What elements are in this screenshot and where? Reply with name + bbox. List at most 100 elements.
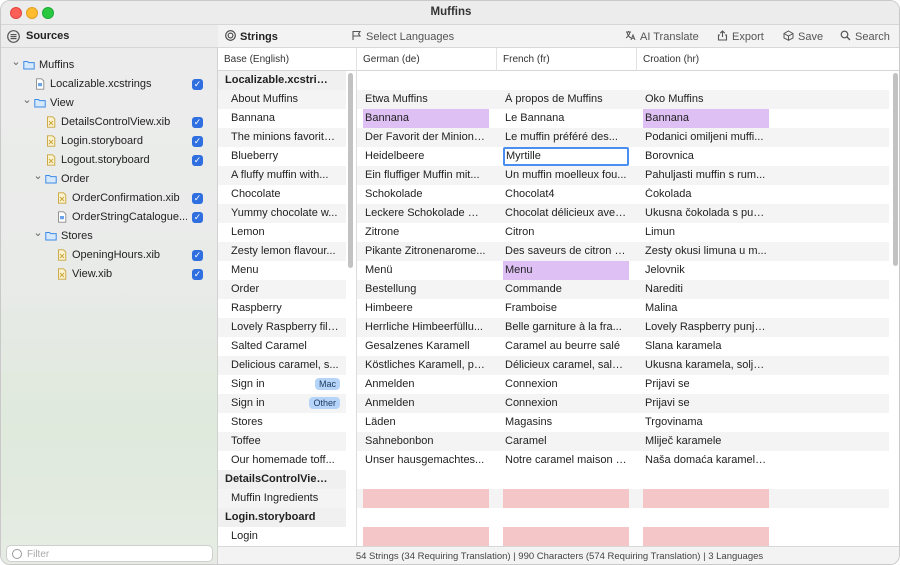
translation-cell-fr[interactable]: Connexion	[503, 394, 629, 413]
translation-cell-hr[interactable]: Naša domaća karamela...	[643, 451, 769, 470]
column-header-croatian[interactable]: Croation (hr)	[637, 48, 899, 71]
base-string-row[interactable]: Toffee	[218, 432, 346, 451]
filter-input[interactable]	[27, 547, 207, 561]
base-string-row[interactable]: Lemon	[218, 223, 346, 242]
translation-cell-fr[interactable]: Un muffin moelleux fou...	[503, 166, 629, 185]
column-header-base[interactable]: Base (English)	[218, 48, 356, 71]
translation-cell-hr[interactable]: Oko Muffins	[643, 90, 769, 109]
translation-cell-hr[interactable]: Trgovinama	[643, 413, 769, 432]
column-header-german[interactable]: German (de)	[357, 48, 497, 71]
translation-cell-hr[interactable]: Ukusna čokolada s pun...	[643, 204, 769, 223]
include-checkbox[interactable]: ✓	[192, 269, 203, 280]
base-string-row[interactable]: Blueberry	[218, 147, 346, 166]
translation-cell-hr[interactable]: Jelovnik	[643, 261, 769, 280]
translation-cell-de[interactable]	[363, 527, 489, 546]
translation-cell-de[interactable]: Herrliche Himbeerfüllu...	[363, 318, 489, 337]
translation-cell-hr[interactable]: Bannana	[643, 109, 769, 128]
translation-cell-de[interactable]: Himbeere	[363, 299, 489, 318]
translation-cell-hr[interactable]: Pahuljasti muffin s rum...	[643, 166, 769, 185]
base-string-row[interactable]: Muffin Ingredients	[218, 489, 346, 508]
translation-cell-de[interactable]: Läden	[363, 413, 489, 432]
tree-item[interactable]: OrderConfirmation.xib ✓	[1, 189, 218, 208]
base-string-row[interactable]: Yummy chocolate w...	[218, 204, 346, 223]
translation-cell-de[interactable]: Unser hausgemachtes...	[363, 451, 489, 470]
translation-cell-de[interactable]: Anmelden	[363, 375, 489, 394]
translation-cell-de[interactable]	[363, 489, 489, 508]
disclosure-chevron-icon[interactable]: ⌄	[11, 57, 21, 68]
translation-cell-fr[interactable]: Commande	[503, 280, 629, 299]
translation-cell-de[interactable]: Leckere Schokolade mi...	[363, 204, 489, 223]
base-string-row[interactable]: About Muffins	[218, 90, 346, 109]
translation-cell-de[interactable]: Bestellung	[363, 280, 489, 299]
tree-item[interactable]: ⌄ View	[1, 94, 218, 113]
translation-cell-de[interactable]: Zitrone	[363, 223, 489, 242]
translation-cell-fr[interactable]: Menu	[503, 261, 629, 280]
translation-cell-de[interactable]: Heidelbeere	[363, 147, 489, 166]
base-string-row[interactable]: Lovely Raspberry fill...	[218, 318, 346, 337]
translation-cell-fr[interactable]	[503, 489, 629, 508]
translation-cell-fr[interactable]	[503, 527, 629, 546]
base-string-row[interactable]: Raspberry	[218, 299, 346, 318]
include-checkbox[interactable]: ✓	[192, 212, 203, 223]
disclosure-chevron-icon[interactable]: ⌄	[33, 171, 43, 182]
include-checkbox[interactable]: ✓	[192, 193, 203, 204]
base-string-row[interactable]: A fluffy muffin with...	[218, 166, 346, 185]
translation-cell-hr[interactable]	[643, 489, 769, 508]
translation-cell-de[interactable]: Anmelden	[363, 394, 489, 413]
translation-cell-fr[interactable]: Délicieux caramel, salé...	[503, 356, 629, 375]
translation-cell-hr[interactable]: Zesty okusi limuna u m...	[643, 242, 769, 261]
translation-cell-hr[interactable]: Prijavi se	[643, 394, 769, 413]
translation-cell-fr[interactable]: Framboise	[503, 299, 629, 318]
translation-cell-de[interactable]: Bannana	[363, 109, 489, 128]
translation-cell-fr[interactable]: Magasins	[503, 413, 629, 432]
strings-tab[interactable]: Strings	[225, 30, 278, 43]
translation-cell-fr[interactable]: Notre caramel maison f...	[503, 451, 629, 470]
translation-cell-hr[interactable]: Lovely Raspberry punje...	[643, 318, 769, 337]
translation-cell-de[interactable]: Schokolade	[363, 185, 489, 204]
include-checkbox[interactable]: ✓	[192, 79, 203, 90]
disclosure-chevron-icon[interactable]: ⌄	[22, 95, 32, 106]
translation-cell-hr[interactable]: Slana karamela	[643, 337, 769, 356]
translation-cell-hr[interactable]: Ukusna karamela, solje...	[643, 356, 769, 375]
translation-cell-fr[interactable]: Connexion	[503, 375, 629, 394]
translation-cell-fr[interactable]: Caramel au beurre salé	[503, 337, 629, 356]
translation-cell-hr[interactable]: Borovnica	[643, 147, 769, 166]
translation-cell-fr[interactable]: Des saveurs de citron p...	[503, 242, 629, 261]
translation-cell-fr[interactable]: À propos de Muffins	[503, 90, 629, 109]
translation-cell-de[interactable]: Ein fluffiger Muffin mit...	[363, 166, 489, 185]
tree-item[interactable]: Login.storyboard ✓	[1, 132, 218, 151]
translation-cell-fr[interactable]: Chocolat4	[503, 185, 629, 204]
include-checkbox[interactable]: ✓	[192, 250, 203, 261]
save-button[interactable]: Save	[783, 30, 823, 43]
translation-cell-hr[interactable]: Podanici omiljeni muffi...	[643, 128, 769, 147]
base-string-row[interactable]: Zesty lemon flavour...	[218, 242, 346, 261]
include-checkbox[interactable]: ✓	[192, 136, 203, 147]
column-header-french[interactable]: French (fr)	[497, 48, 637, 71]
tree-item[interactable]: ⌄ Stores	[1, 227, 218, 246]
tree-item[interactable]: ⌄ Order	[1, 170, 218, 189]
translation-cell-hr[interactable]	[643, 527, 769, 546]
tree-item[interactable]: DetailsControlView.xib ✓	[1, 113, 218, 132]
translation-cell-hr[interactable]: Narediti	[643, 280, 769, 299]
base-string-row[interactable]: Stores	[218, 413, 346, 432]
base-string-row[interactable]: Salted Caramel	[218, 337, 346, 356]
translation-cell-fr[interactable]: Chocolat délicieux avec...	[503, 204, 629, 223]
tree-item[interactable]: Localizable.xcstrings ✓	[1, 75, 218, 94]
translations-scrollbar[interactable]	[893, 73, 898, 266]
translation-cell-fr[interactable]: Caramel	[503, 432, 629, 451]
translation-cell-fr[interactable]: Le Bannana	[503, 109, 629, 128]
base-string-row[interactable]: Chocolate	[218, 185, 346, 204]
base-string-row[interactable]: Bannana	[218, 109, 346, 128]
translation-cell-de[interactable]: Der Favorit der Minions...	[363, 128, 489, 147]
translation-cell-de[interactable]: Menü	[363, 261, 489, 280]
tree-item[interactable]: Logout.storyboard ✓	[1, 151, 218, 170]
tree-item[interactable]: OpeningHours.xib ✓	[1, 246, 218, 265]
base-string-row[interactable]: Delicious caramel, s...	[218, 356, 346, 375]
translation-cell-fr[interactable]: Citron	[503, 223, 629, 242]
include-checkbox[interactable]: ✓	[192, 117, 203, 128]
base-string-row[interactable]: The minions favorite...	[218, 128, 346, 147]
base-string-row[interactable]: Our homemade toff...	[218, 451, 346, 470]
select-languages-button[interactable]: Select Languages	[351, 30, 454, 43]
translation-cell-hr[interactable]: Prijavi se	[643, 375, 769, 394]
translation-cell-de[interactable]: Etwa Muffins	[363, 90, 489, 109]
